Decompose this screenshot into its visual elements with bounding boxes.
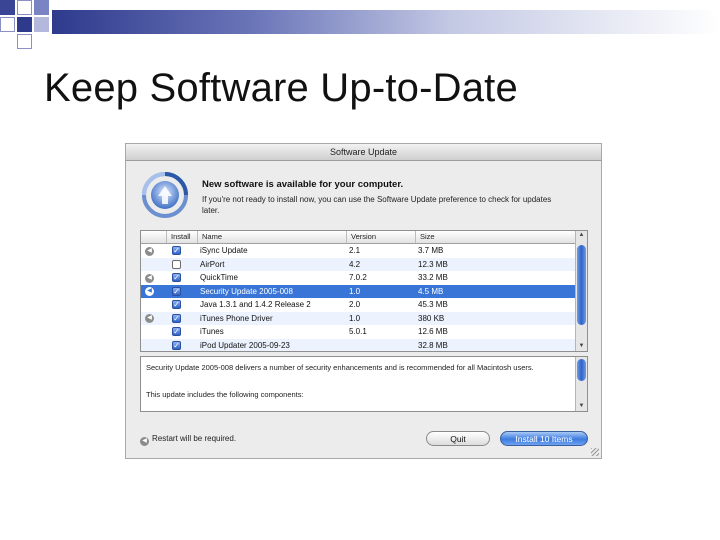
update-size: 32.8 MB — [418, 340, 448, 350]
update-name: AirPort — [200, 259, 225, 269]
update-version: 1.0 — [349, 286, 361, 296]
update-version: 4.2 — [349, 259, 361, 269]
software-update-window: Software Update New software is availabl… — [125, 143, 602, 459]
install-checkbox[interactable]: ✓ — [172, 286, 181, 296]
table-row[interactable]: ◀ ✓ iTunes Phone Driver 1.0 380 KB — [141, 311, 577, 325]
update-size: 45.3 MB — [418, 300, 448, 309]
scroll-thumb[interactable] — [577, 245, 586, 325]
description-scroll-thumb[interactable] — [577, 359, 586, 381]
header-size[interactable]: Size — [416, 231, 577, 243]
description-text: Security Update 2005-008 delivers a numb… — [146, 363, 534, 372]
install-button[interactable]: Install 10 Items — [500, 431, 588, 446]
table-row[interactable]: ◀ ✓ QuickTime 7.0.2 33.2 MB — [141, 271, 577, 285]
update-subtext: If you're not ready to install now, you … — [202, 195, 552, 215]
update-name: iTunes — [200, 327, 224, 336]
table-row[interactable]: ◀ ✓ iSync Update 2.1 3.7 MB — [141, 244, 577, 258]
decor-square — [34, 17, 49, 32]
update-name: iPod Updater 2005-09-23 — [200, 340, 290, 350]
update-size: 12.6 MB — [418, 327, 448, 336]
update-name: iSync Update — [200, 246, 248, 255]
scroll-up-arrow-icon[interactable]: ▲ — [577, 231, 586, 240]
update-headline: New software is available for your compu… — [202, 179, 404, 190]
install-checkbox[interactable]: ✓ — [172, 327, 181, 336]
decor-square — [17, 34, 32, 49]
header-version[interactable]: Version — [347, 231, 416, 243]
desc-scroll-down-arrow-icon[interactable]: ▼ — [577, 402, 586, 411]
decor-square — [0, 0, 15, 15]
header-restart[interactable] — [141, 231, 167, 243]
table-row[interactable]: AirPort 4.2 12.3 MB — [141, 257, 577, 271]
description-pane: Security Update 2005-008 delivers a numb… — [140, 356, 588, 412]
decor-square — [17, 0, 32, 15]
updates-table: Install Name Version Size ◀ ✓ iSync Update… — [140, 230, 588, 352]
update-name: Java 1.3.1 and 1.4.2 Release 2 — [200, 300, 311, 309]
update-size: 33.2 MB — [418, 273, 448, 282]
install-checkbox[interactable]: ✓ — [172, 313, 181, 323]
restart-required-icon: ◀ — [145, 246, 154, 256]
install-checkbox[interactable]: ✓ — [172, 246, 181, 255]
update-version: 2.0 — [349, 300, 361, 309]
table-row[interactable]: ◀ ✓ Security Update 2005-008 1.0 4.5 MB — [141, 284, 577, 298]
install-checkbox[interactable]: ✓ — [172, 300, 181, 309]
restart-required-icon: ◀ — [145, 287, 154, 296]
table-row[interactable]: ✓ Java 1.3.1 and 1.4.2 Release 2 2.0 45.3 M… — [141, 298, 577, 312]
update-version: 2.1 — [349, 246, 361, 255]
table-row[interactable]: ✓ iTunes 5.0.1 12.6 MB — [141, 325, 577, 339]
table-scrollbar[interactable]: ▲ ▼ — [575, 231, 587, 351]
table-header: Install Name Version Size — [141, 231, 577, 244]
install-checkbox[interactable]: ✓ — [172, 273, 181, 282]
description-scrollbar[interactable]: ▼ — [575, 357, 587, 411]
header-install[interactable]: Install — [167, 231, 198, 243]
update-name: Security Update 2005-008 — [200, 286, 293, 296]
update-name: QuickTime — [200, 273, 238, 282]
slide-title: Keep Software Up-to-Date — [44, 66, 518, 110]
update-size: 380 KB — [418, 313, 445, 323]
update-size: 3.7 MB — [418, 246, 444, 255]
update-version: 1.0 — [349, 313, 361, 323]
restart-icon: ◀ — [140, 437, 149, 446]
update-size: 4.5 MB — [418, 286, 444, 296]
scroll-down-arrow-icon[interactable]: ▼ — [577, 342, 586, 351]
window-title: Software Update — [126, 144, 601, 161]
update-size: 12.3 MB — [418, 259, 448, 269]
slide-header-decoration — [0, 0, 720, 49]
header-name[interactable]: Name — [198, 231, 347, 243]
decor-square — [17, 17, 32, 32]
update-name: iTunes Phone Driver — [200, 313, 273, 323]
decor-square — [34, 0, 49, 15]
restart-required-icon: ◀ — [145, 314, 154, 323]
update-version: 5.0.1 — [349, 327, 367, 336]
restart-note: ◀ Restart will be required. — [140, 434, 236, 446]
header-gradient-bar — [52, 10, 720, 34]
quit-button[interactable]: Quit — [426, 431, 490, 446]
table-row[interactable]: ✓ iPod Updater 2005-09-23 32.8 MB — [141, 338, 577, 351]
update-version: 7.0.2 — [349, 273, 367, 282]
description-components: This update includes the following compo… — [146, 390, 304, 399]
install-checkbox[interactable] — [172, 259, 181, 269]
restart-note-text: Restart will be required. — [152, 434, 237, 443]
software-update-icon — [142, 172, 188, 218]
install-checkbox[interactable]: ✓ — [172, 340, 181, 350]
resize-grip-icon[interactable] — [591, 448, 599, 456]
decor-square — [0, 17, 15, 32]
restart-required-icon: ◀ — [145, 273, 154, 283]
